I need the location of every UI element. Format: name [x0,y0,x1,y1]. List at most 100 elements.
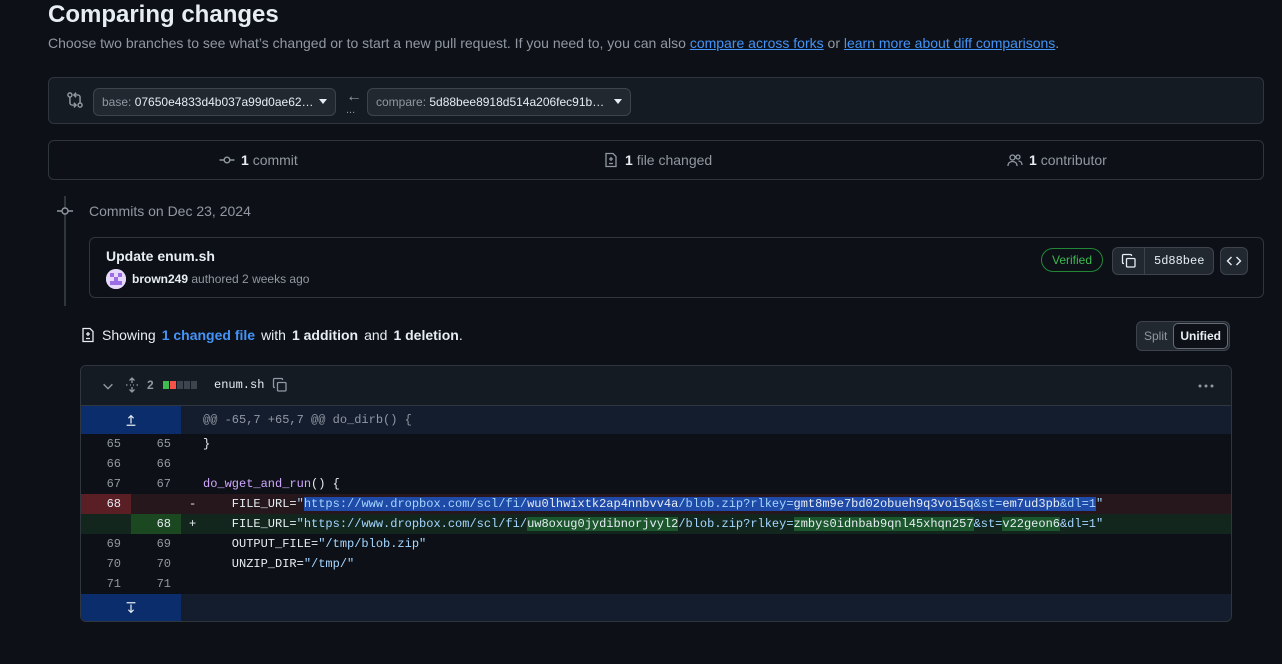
base-branch-select[interactable]: base: 07650e4833d4b037a99d0ae62… [93,88,336,116]
page-title: Comparing changes [48,1,279,28]
file-diff-icon [605,152,617,168]
compare-label: compare: [376,95,430,109]
new-line-number[interactable]: 66 [131,454,181,474]
diff-line: 66 66 [81,454,1231,474]
diff-line: 65 65 } [81,434,1231,454]
diff-line: 69 69 OUTPUT_FILE="/tmp/blob.zip" [81,534,1231,554]
diff-summary: Showing 1 changed file with 1 addition a… [80,327,463,343]
old-line-number[interactable]: 68 [81,494,131,514]
period-text: . [458,327,463,343]
changed-files-link[interactable]: 1 changed file [162,327,255,343]
diffstat-neutral [184,381,190,389]
chevron-down-icon[interactable] [101,379,115,393]
code-string: &st= [973,517,1003,531]
code-string-changed: v22geon6 [1002,517,1060,531]
identicon-icon [106,269,126,289]
subtitle-or: or [823,35,844,51]
file-name-link[interactable]: enum.sh [214,378,264,392]
compare-stats: 1 commit 1 file changed 1 contributor [48,140,1264,180]
commit-title-link[interactable]: Update enum.sh [106,248,215,264]
expand-footer [81,594,1231,621]
commit-author-line: brown249 authored 2 weeks ago [132,272,309,286]
new-line-number[interactable]: 68 [131,514,181,534]
commits-count: 1 [241,152,249,168]
new-line-number[interactable]: 69 [131,534,181,554]
files-count: 1 [625,152,633,168]
code-icon [1226,256,1242,266]
change-count: 2 [147,378,154,392]
diff-view-toggle: Split Unified [1136,321,1231,351]
commits-date-heading: Commits on Dec 23, 2024 [89,203,251,219]
expand-down-button[interactable] [81,594,181,621]
new-line-number[interactable]: 70 [131,554,181,574]
code-string: &dl=1 [1059,517,1096,531]
diff-line: 70 70 UNZIP_DIR="/tmp/" [81,554,1231,574]
diff-sign: - [189,497,197,511]
file-diff-icon [82,327,94,343]
code-string: &dl=1 [1059,497,1096,511]
copy-icon[interactable] [272,377,288,393]
code-string: " [296,517,304,531]
old-line-number[interactable]: 67 [81,474,131,494]
file-header: 2 enum.sh [81,366,1231,406]
caret-down-icon [614,99,622,104]
author-link[interactable]: brown249 [132,272,188,286]
showing-text: Showing [102,327,156,343]
code-string: /blob.zip?rlkey= [678,517,794,531]
line-code: UNZIP_DIR="/tmp/" [203,554,354,574]
copy-sha-button[interactable] [1113,248,1145,274]
old-line-number[interactable]: 71 [81,574,131,594]
commits-stat[interactable]: 1 commit [219,152,298,168]
code-string: " [1096,497,1104,511]
base-value: 07650e4833d4b037a99d0ae62… [134,95,314,109]
code-prefix: FILE_URL= [203,517,297,531]
browse-repo-button[interactable] [1220,247,1248,275]
line-code: FILE_URL="https://www.dropbox.com/scl/fi… [203,514,1103,534]
function-name: do_wget_and_run [203,477,312,491]
subtitle-text: Choose two branches to see what’s change… [48,35,690,51]
line-code: OUTPUT_FILE="/tmp/blob.zip" [203,534,426,554]
code-string: " [1096,517,1104,531]
split-view-button[interactable]: Split [1138,323,1173,349]
diff-line: 71 71 [81,574,1231,594]
diffstat-neutral [191,381,197,389]
old-line-number[interactable]: 69 [81,534,131,554]
old-line-number[interactable]: 65 [81,434,131,454]
files-stat[interactable]: 1 file changed [603,152,712,168]
learn-more-link[interactable]: learn more about diff comparisons [844,35,1055,51]
expand-up-button[interactable] [81,406,181,434]
unfold-icon[interactable] [124,377,140,393]
commit-sha-link[interactable]: 5d88bee [1145,248,1213,274]
fold-down-icon [126,602,136,614]
contributors-label: contributor [1040,152,1107,168]
and-text: and [364,327,388,343]
new-line-number[interactable]: 65 [131,434,181,454]
commits-label: commit [252,152,298,168]
code-string: https://www.dropbox.com/scl/fi/ [303,517,528,531]
git-compare-icon [67,92,83,108]
compare-branch-select[interactable]: compare: 5d88bee8918d514a206fec91b… [367,88,631,116]
added-line: 68 + FILE_URL="https://www.dropbox.com/s… [81,514,1231,534]
people-icon [1007,154,1023,167]
diffstat-neutral [177,381,183,389]
compare-across-forks-link[interactable]: compare across forks [690,35,824,51]
code-string-changed: em7ud3pb [1002,497,1060,511]
range-dots: ... [346,104,356,116]
verified-badge[interactable]: Verified [1041,248,1104,272]
contributors-stat[interactable]: 1 contributor [1007,152,1107,168]
old-line-number[interactable]: 70 [81,554,131,574]
file-diff: 2 enum.sh @@ -65,7 +65,7 @@ do_dirb() { … [80,365,1232,622]
compare-value: 5d88bee8918d514a206fec91b… [429,95,605,109]
unified-view-button[interactable]: Unified [1173,323,1229,349]
code-string: &st= [973,497,1003,511]
new-line-number[interactable]: 67 [131,474,181,494]
old-line-number[interactable]: 66 [81,454,131,474]
code-string: "/tmp/blob.zip" [318,537,427,551]
avatar[interactable] [106,269,126,289]
with-text: with [261,327,286,343]
code-string-changed: zmbys0idnbab9qnl45xhqn257 [793,517,974,531]
new-line-number[interactable]: 71 [131,574,181,594]
kebab-horizontal-icon[interactable] [1197,377,1215,395]
code-prefix: FILE_URL= [203,497,297,511]
diffstat-add [163,381,169,389]
